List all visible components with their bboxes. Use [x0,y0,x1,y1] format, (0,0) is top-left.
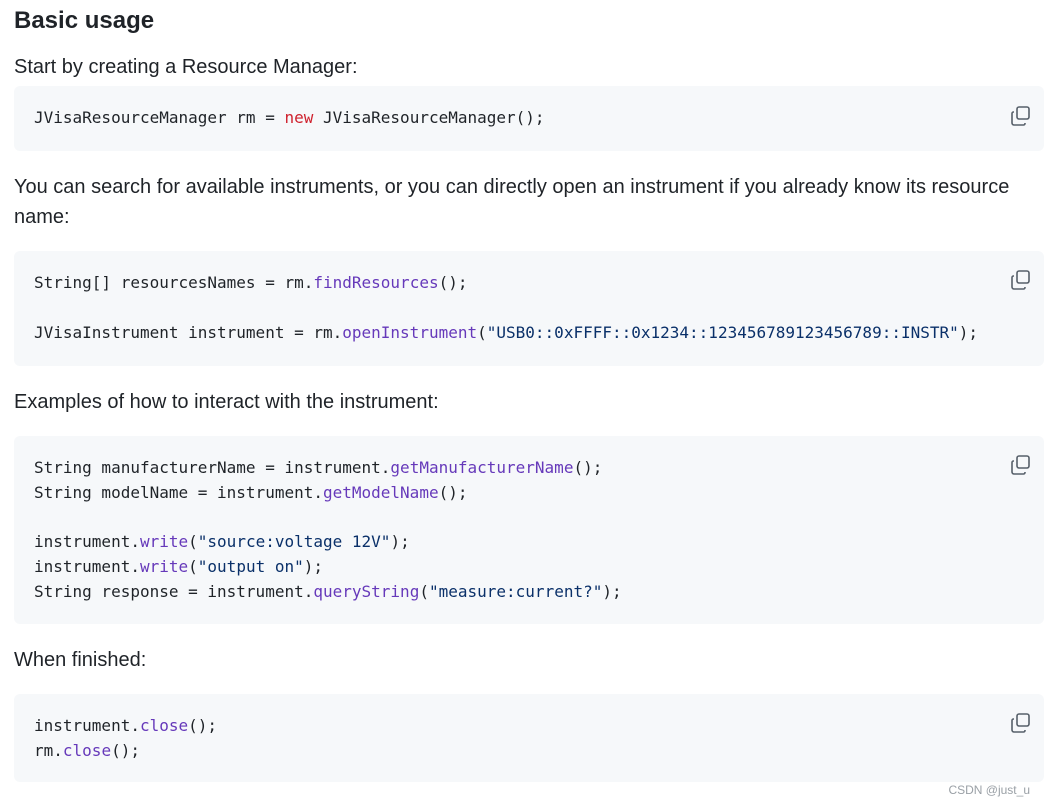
copy-code-button[interactable] [1010,454,1032,476]
code-string: "output on" [197,557,304,576]
code-line: instrument.write("output on"); [34,554,1024,579]
code-line: rm.close(); [34,738,1024,763]
code-function: close [62,741,112,760]
copy-code-button[interactable] [1010,269,1032,291]
code-text: ( [188,532,198,551]
code-block-close: instrument.close(); rm.close(); [14,694,1044,782]
code-text: String modelName = instrument. [34,483,323,502]
code-line: JVisaInstrument instrument = rm.openInst… [34,320,1024,345]
code-function: write [139,557,189,576]
copy-code-button[interactable] [1010,105,1032,127]
code-function: findResources [313,273,439,292]
code-line: instrument.write("source:voltage 12V"); [34,529,1024,554]
copy-icon [1011,106,1030,126]
code-block-examples: String manufacturerName = instrument.get… [14,436,1044,624]
code-text: ); [303,557,324,576]
code-function: getManufacturerName [390,458,574,477]
copy-icon [1011,713,1030,733]
code-content: instrument.close(); rm.close(); [34,713,1024,763]
copy-code-button[interactable] [1010,712,1032,734]
code-text: (); [188,716,218,735]
watermark: CSDN @just_u [948,783,1030,797]
code-string: "USB0::0xFFFF::0x1234::12345678912345678… [486,323,959,342]
code-text: ); [958,323,979,342]
code-text: instrument. [34,716,140,735]
code-keyword: new [284,108,314,127]
code-function: queryString [313,582,420,601]
code-content: String[] resourcesNames = rm.findResourc… [34,270,1024,345]
code-function: close [139,716,189,735]
code-text: instrument. [34,532,140,551]
intro-paragraph: Start by creating a Resource Manager: [14,56,358,78]
code-content: JVisaResourceManager rm = new JVisaResou… [34,105,1024,130]
code-text: (); [111,741,140,760]
finished-paragraph: When finished: [14,649,147,671]
code-text: instrument. [34,557,140,576]
search-paragraph: You can search for available instruments… [14,176,1010,228]
code-line: String modelName = instrument.getModelNa… [34,480,1024,505]
code-text: String[] resourcesNames = rm. [34,273,314,292]
code-line: String[] resourcesNames = rm.findResourc… [34,270,1024,295]
code-text: ( [188,557,198,576]
copy-icon [1011,455,1030,475]
code-text: ( [419,582,429,601]
section-heading: Basic usage [14,7,155,34]
code-function: openInstrument [342,323,478,342]
code-line: JVisaResourceManager rm = new JVisaResou… [34,105,1024,130]
code-content: String manufacturerName = instrument.get… [34,455,1024,604]
code-text: JVisaResourceManager rm = [34,108,285,127]
code-text: String manufacturerName = instrument. [34,458,391,477]
code-text: (); [573,458,603,477]
code-function: getModelName [322,483,439,502]
code-text: (); [438,483,468,502]
code-text: ); [390,532,410,551]
code-string: "source:voltage 12V" [197,532,391,551]
examples-paragraph: Examples of how to interact with the ins… [14,391,439,413]
code-line: instrument.close(); [34,713,1024,738]
code-text: String response = instrument. [34,582,314,601]
code-text: (); [438,273,468,292]
code-text: rm. [34,741,63,760]
code-function: write [139,532,189,551]
code-text: ( [477,323,487,342]
code-block-find-resources: String[] resourcesNames = rm.findResourc… [14,251,1044,366]
code-text: JVisaInstrument instrument = rm. [34,323,343,342]
code-text: JVisaResourceManager(); [313,108,545,127]
code-string: "measure:current?" [428,582,603,601]
code-line: String response = instrument.queryString… [34,579,1024,604]
code-block-resource-manager: JVisaResourceManager rm = new JVisaResou… [14,86,1044,151]
content: Basic usage Start by creating a Resource… [14,0,1044,782]
code-text: ); [602,582,622,601]
code-line: String manufacturerName = instrument.get… [34,455,1024,480]
copy-icon [1011,270,1030,290]
